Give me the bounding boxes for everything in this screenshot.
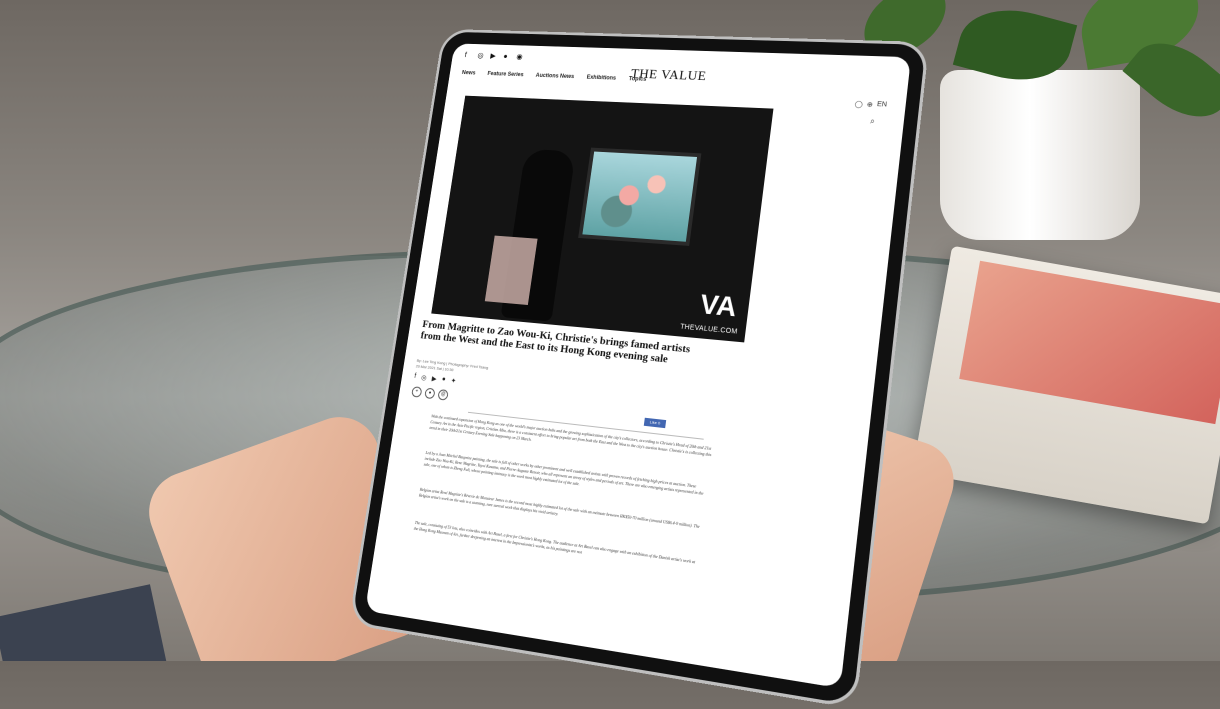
share-buttons: + ● @ [411, 386, 449, 401]
share-circle-icon[interactable]: + [411, 386, 423, 398]
youtube-icon[interactable]: ▶ [490, 52, 499, 60]
search-icon[interactable]: ⌕ [870, 117, 876, 127]
nav-item-feature-series[interactable]: Feature Series [487, 71, 524, 78]
wechat-icon[interactable]: ● [503, 52, 512, 60]
main-nav: News Feature Series Auctions News Exhibi… [462, 70, 647, 82]
watermark-site: THEVALUE.COM [679, 323, 738, 336]
facebook-share-icon[interactable]: f [414, 373, 417, 381]
twitter-share-icon[interactable]: ✦ [450, 377, 456, 385]
mail-circle-icon[interactable]: @ [437, 389, 449, 401]
tablet: f ◎ ▶ ● ◉ News Feature Series Auctions N… [348, 28, 930, 709]
site-brand[interactable]: THE VALUE [630, 67, 707, 85]
nav-item-news[interactable]: News [462, 70, 476, 76]
weibo-icon[interactable]: ◉ [516, 53, 525, 61]
tablet-screen: f ◎ ▶ ● ◉ News Feature Series Auctions N… [364, 43, 912, 689]
user-icon[interactable]: ◯ [854, 100, 863, 108]
nav-item-auctions-news[interactable]: Auctions News [535, 73, 574, 80]
social-icons: f ◎ ▶ ● ◉ [464, 51, 525, 61]
instagram-share-icon[interactable]: ◎ [421, 374, 428, 382]
instagram-icon[interactable]: ◎ [477, 51, 486, 59]
watermark-logo: VA [698, 288, 739, 323]
like-button[interactable]: Like 0 [643, 417, 667, 429]
shirt-sleeve [0, 584, 167, 661]
youtube-share-icon[interactable]: ▶ [431, 375, 437, 383]
painting [578, 147, 702, 246]
nav-item-exhibitions[interactable]: Exhibitions [586, 75, 616, 82]
globe-icon[interactable]: ⊕ [866, 101, 873, 109]
site-header: f ◎ ▶ ● ◉ News Feature Series Auctions N… [460, 49, 896, 126]
wechat-share-icon[interactable]: ● [441, 376, 446, 384]
whatsapp-circle-icon[interactable]: ● [424, 387, 436, 400]
facebook-icon[interactable]: f [464, 51, 473, 59]
language-toggle[interactable]: EN [877, 101, 888, 109]
hero-image: VA THEVALUE.COM [431, 95, 774, 343]
header-tools: ◯ ⊕ EN [854, 100, 887, 109]
book-cover [959, 260, 1220, 425]
plant-pot [940, 70, 1140, 240]
share-icons: f ◎ ▶ ● ✦ [414, 373, 457, 385]
